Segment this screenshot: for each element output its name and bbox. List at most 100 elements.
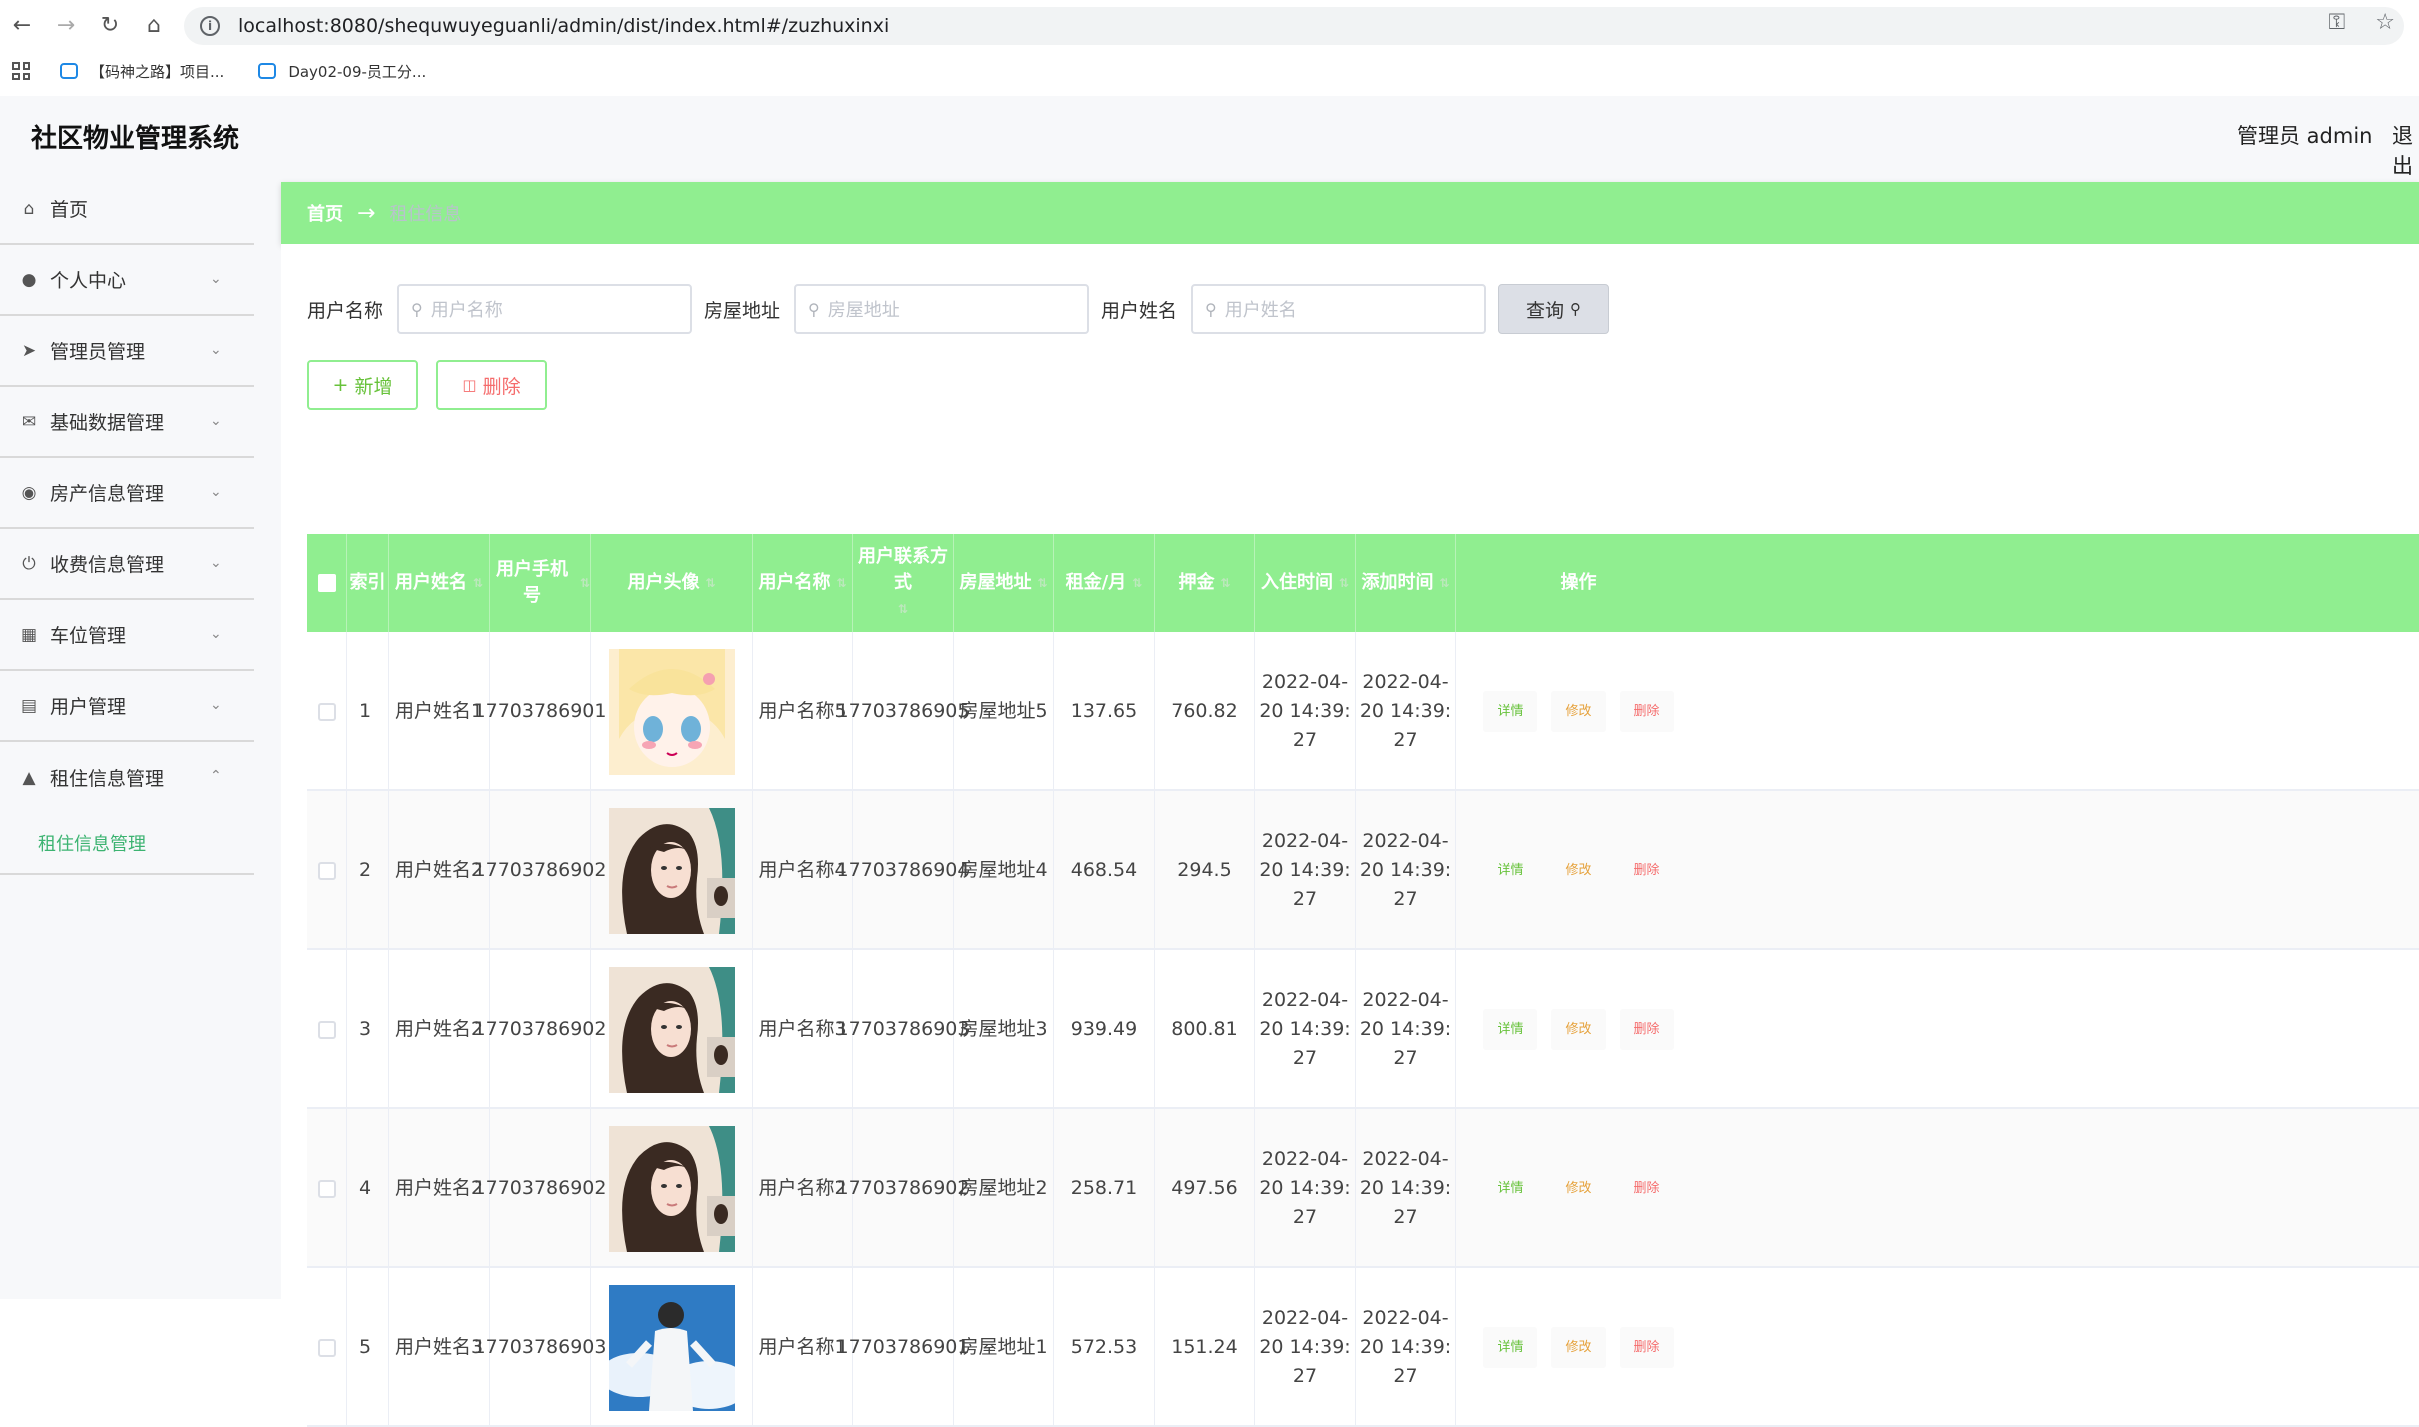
delete-button[interactable]: 删除 (1619, 691, 1674, 732)
chevron-down-icon: ⌄ (210, 484, 222, 500)
column-header[interactable]: 押金 ⇅ (1155, 534, 1255, 632)
bookmark-label: 【码神之路】项目... (90, 62, 225, 81)
add-button[interactable]: + 新增 (307, 360, 418, 410)
sidebar-item-fees[interactable]: ⏻ 收费信息管理 ⌄ (0, 529, 254, 600)
sidebar-item-home[interactable]: ⌂ 首页 (0, 174, 254, 245)
edit-button[interactable]: 修改 (1551, 691, 1606, 732)
column-header[interactable]: 添加时间 ⇅ (1356, 534, 1456, 632)
cell-text: 2022-04-20 14:39:27 (1359, 989, 1452, 1069)
cell-text: 294.5 (1177, 859, 1232, 881)
column-header[interactable]: 用户名称 ⇅ (753, 534, 853, 632)
row-checkbox[interactable] (317, 1179, 336, 1198)
operations-cell: 详情 修改 删除 (1456, 1109, 1701, 1268)
detail-button[interactable]: 详情 (1483, 850, 1538, 891)
table-header: 索引 用户姓名 ⇅ 用户手机号 ⇅ 用户头像 ⇅ 用户名称 ⇅ 用户联系方式 ⇅ 房屋地址… (307, 534, 2419, 632)
trash-icon: ◫ (462, 376, 477, 394)
realname-search-input[interactable]: ⚲ 用户姓名 (1191, 284, 1487, 334)
user-icon: ● (21, 269, 37, 290)
cell-text: 760.82 (1171, 700, 1238, 722)
edit-button[interactable]: 修改 (1551, 1327, 1606, 1368)
row-checkbox[interactable] (317, 861, 336, 880)
cell-text: 939.49 (1070, 1018, 1138, 1040)
row-checkbox[interactable] (317, 1020, 336, 1039)
table-row: 4 用户姓名2 17703786902 用户名称2 17703786902 房屋地址2 25… (307, 1109, 2419, 1268)
edit-button[interactable]: 修改 (1551, 1009, 1606, 1050)
cell-checkin: 2022-04-20 14:39:27 (1255, 1109, 1356, 1268)
breadcrumb: 首页 → 租住信息 (281, 182, 2419, 244)
delete-button[interactable]: 删除 (1619, 1168, 1674, 1209)
cell-text: 258.71 (1070, 1177, 1138, 1199)
breadcrumb-home[interactable]: 首页 (307, 200, 343, 226)
admin-label: 管理员 admin (2237, 124, 2373, 148)
detail-button[interactable]: 详情 (1483, 1168, 1538, 1209)
sidebar-item-admins[interactable]: ➤ 管理员管理 ⌄ (0, 316, 254, 387)
key-icon[interactable]: ⚿ (2329, 10, 2346, 35)
sidebar-item-label: 收费信息管理 (50, 554, 165, 576)
batch-delete-button[interactable]: ◫ 删除 (436, 360, 547, 410)
input-placeholder: 用户姓名 (1224, 300, 1297, 321)
bookmark-item[interactable]: Day02-09-员工分... (258, 61, 426, 82)
row-select-cell (307, 1268, 347, 1427)
column-header[interactable]: 租金/月 ⇅ (1054, 534, 1155, 632)
cell-text: 房屋地址5 (959, 700, 1048, 722)
detail-button[interactable]: 详情 (1483, 1009, 1538, 1050)
forward-icon[interactable]: → (44, 0, 88, 50)
sidebar-item-parking[interactable]: ▦ 车位管理 ⌄ (0, 600, 254, 671)
column-header[interactable]: 用户手机号 ⇅ (490, 534, 591, 632)
sidebar-item-profile[interactable]: ● 个人中心 ⌄ (0, 245, 254, 316)
sidebar-item-users[interactable]: ▤ 用户管理 ⌄ (0, 671, 254, 742)
cell-text: 1 (359, 700, 372, 722)
sidebar-item-label: 房产信息管理 (50, 483, 165, 505)
column-header: 操作 (1560, 572, 1597, 593)
cell-text: 2022-04-20 14:39:27 (1259, 830, 1351, 910)
column-header[interactable]: 入住时间 ⇅ (1255, 534, 1356, 632)
detail-button[interactable]: 详情 (1483, 691, 1538, 732)
cell-address: 房屋地址4 (954, 791, 1054, 950)
cell-phone: 17703786902 (474, 950, 607, 1109)
logout-button[interactable]: 退出 (2392, 120, 2419, 180)
detail-label: 详情 (1497, 1181, 1524, 1196)
select-all-checkbox[interactable] (317, 574, 336, 592)
column-header[interactable]: 用户姓名 ⇅ (389, 534, 490, 632)
delete-button[interactable]: 删除 (1619, 1009, 1674, 1050)
site-info-icon[interactable]: i (200, 16, 220, 36)
column-header[interactable]: 用户头像 ⇅ (591, 534, 753, 632)
main-content: 用户名称 ⚲ 用户名称 房屋地址 ⚲ 房屋地址 用户姓名 ⚲ 用户姓名 查询 ⚲… (281, 244, 2419, 1427)
cell-index: 2 (347, 791, 389, 950)
search-label-username: 用户名称 (307, 299, 384, 322)
column-header[interactable]: 房屋地址 ⇅ (954, 534, 1054, 632)
home-browser-icon[interactable]: ⌂ (132, 0, 176, 50)
sidebar-subitem-rental[interactable]: 租住信息管理 (0, 813, 254, 875)
sidebar-item-property[interactable]: ◉ 房产信息管理 ⌄ (0, 458, 254, 529)
sidebar-item-rental[interactable]: ▲ 租住信息管理 ⌃ (0, 742, 254, 813)
bookmark-item[interactable]: 【码神之路】项目... (60, 61, 224, 82)
detail-button[interactable]: 详情 (1483, 1327, 1538, 1368)
table-row: 3 用户姓名2 17703786902 用户名称3 17703786903 房屋地址3 93… (307, 950, 2419, 1109)
username-search-input[interactable]: ⚲ 用户名称 (397, 284, 693, 334)
bookmark-star-icon[interactable]: ☆ (2375, 10, 2395, 35)
edit-label: 修改 (1565, 704, 1592, 719)
edit-button[interactable]: 修改 (1551, 850, 1606, 891)
cell-rent: 468.54 (1054, 791, 1155, 950)
address-bar[interactable]: i localhost:8080/shequwuyeguanli/admin/d… (184, 7, 2404, 45)
avatar-cell (591, 1268, 753, 1427)
avatar-cell (591, 1109, 753, 1268)
detail-label: 详情 (1497, 704, 1524, 719)
edit-label: 修改 (1565, 1181, 1592, 1196)
compass-icon: ◉ (21, 482, 37, 503)
query-button[interactable]: 查询 ⚲ (1498, 284, 1610, 334)
apps-icon[interactable] (12, 62, 30, 80)
address-search-input[interactable]: ⚲ 房屋地址 (794, 284, 1090, 334)
cell-text: 17703786903 (836, 1018, 970, 1040)
edit-button[interactable]: 修改 (1551, 1168, 1606, 1209)
back-icon[interactable]: ← (0, 0, 44, 50)
remove-label: 删除 (1633, 1340, 1660, 1355)
delete-button[interactable]: 删除 (1619, 1327, 1674, 1368)
delete-button[interactable]: 删除 (1619, 850, 1674, 891)
row-checkbox[interactable] (317, 702, 336, 721)
reload-icon[interactable]: ↻ (88, 0, 132, 50)
row-checkbox[interactable] (317, 1338, 336, 1357)
column-header[interactable]: 用户联系方式 ⇅ (853, 534, 954, 632)
url-text: localhost:8080/shequwuyeguanli/admin/dis… (238, 15, 890, 37)
sidebar-item-base-data[interactable]: ✉ 基础数据管理 ⌄ (0, 387, 254, 458)
